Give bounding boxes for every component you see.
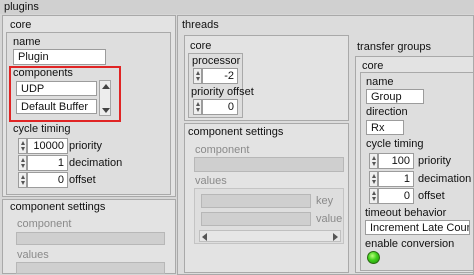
component-item-udp[interactable]: UDP	[16, 81, 97, 96]
decimation-control[interactable]: 1	[18, 155, 68, 171]
offset-value[interactable]: 0	[27, 172, 68, 188]
priority-control[interactable]: 10000	[18, 138, 68, 154]
transfer-groups-core-title: core	[362, 60, 384, 72]
scroll-left-icon[interactable]	[202, 233, 207, 241]
threads-values-hscrollbar[interactable]	[199, 230, 341, 242]
processor-control[interactable]: -2	[193, 68, 238, 84]
plugins-component-label: component	[17, 218, 72, 230]
name-label: name	[13, 36, 41, 48]
group-offset-value[interactable]: 0	[378, 188, 414, 204]
timeout-behavior-label: timeout behavior	[365, 207, 447, 219]
plugins-title: plugins	[4, 1, 39, 13]
offset-control[interactable]: 0	[18, 172, 68, 188]
direction-label: direction	[366, 106, 408, 118]
enable-conversion-label: enable conversion	[365, 238, 455, 250]
enable-conversion-led-icon[interactable]	[367, 251, 380, 264]
plugins-values-field[interactable]	[16, 262, 165, 274]
priority-offset-value[interactable]: 0	[202, 99, 238, 115]
priority-spin-icon[interactable]	[18, 138, 27, 154]
priority-offset-control[interactable]: 0	[193, 99, 238, 115]
plugin-name-field[interactable]: Plugin	[13, 49, 106, 65]
priority-value[interactable]: 10000	[27, 138, 68, 154]
group-decimation-spin-icon[interactable]	[369, 171, 378, 187]
timeout-behavior-field[interactable]: Increment Late Count	[365, 220, 470, 235]
group-offset-spin-icon[interactable]	[369, 188, 378, 204]
direction-field[interactable]: Rx	[366, 120, 404, 135]
processor-label: processor	[192, 55, 241, 67]
plugins-component-settings-title: component settings	[10, 201, 106, 213]
components-scrollbar[interactable]	[99, 80, 111, 116]
group-priority-spin-icon[interactable]	[369, 153, 378, 169]
plugins-title-bar	[0, 0, 474, 14]
threads-key-label: key	[316, 195, 334, 207]
offset-spin-icon[interactable]	[18, 172, 27, 188]
threads-component-settings-title: component settings	[188, 126, 284, 138]
processor-value[interactable]: -2	[202, 68, 238, 84]
threads-component-field[interactable]	[194, 157, 344, 172]
plugins-core-title: core	[10, 19, 32, 31]
scroll-right-icon[interactable]	[333, 233, 338, 241]
priority-label: priority	[69, 140, 103, 152]
group-name-label: name	[366, 76, 394, 88]
group-priority-value[interactable]: 100	[378, 153, 414, 169]
decimation-label: decimation	[69, 157, 123, 169]
decimation-value[interactable]: 1	[27, 155, 68, 171]
group-decimation-label: decimation	[418, 173, 472, 185]
group-cycle-timing-label: cycle timing	[366, 138, 424, 150]
threads-core-title: core	[190, 40, 212, 52]
priority-offset-spin-icon[interactable]	[193, 99, 202, 115]
components-label: components	[13, 67, 73, 79]
group-offset-control[interactable]: 0	[369, 188, 414, 204]
decimation-spin-icon[interactable]	[18, 155, 27, 171]
group-decimation-value[interactable]: 1	[378, 171, 414, 187]
cycle-timing-label: cycle timing	[13, 123, 71, 135]
threads-key-field[interactable]	[201, 194, 311, 208]
threads-value-field[interactable]	[201, 212, 311, 226]
offset-label: offset	[69, 174, 96, 186]
scroll-up-icon[interactable]	[102, 84, 110, 89]
threads-title: threads	[182, 19, 219, 31]
component-item-default-buffer[interactable]: Default Buffer	[16, 99, 97, 114]
processor-spin-icon[interactable]	[193, 68, 202, 84]
plugins-values-label: values	[17, 249, 49, 261]
group-offset-label: offset	[418, 190, 445, 202]
group-priority-label: priority	[418, 155, 452, 167]
scroll-down-icon[interactable]	[102, 108, 110, 113]
threads-values-label: values	[195, 175, 227, 187]
priority-offset-label: priority offset	[191, 86, 254, 98]
group-priority-control[interactable]: 100	[369, 153, 414, 169]
group-name-field[interactable]: Group	[366, 89, 424, 104]
transfer-groups-title: transfer groups	[357, 41, 431, 53]
threads-component-label: component	[195, 144, 250, 156]
group-decimation-control[interactable]: 1	[369, 171, 414, 187]
plugins-component-field[interactable]	[16, 232, 165, 245]
threads-value-label: value	[316, 213, 343, 225]
